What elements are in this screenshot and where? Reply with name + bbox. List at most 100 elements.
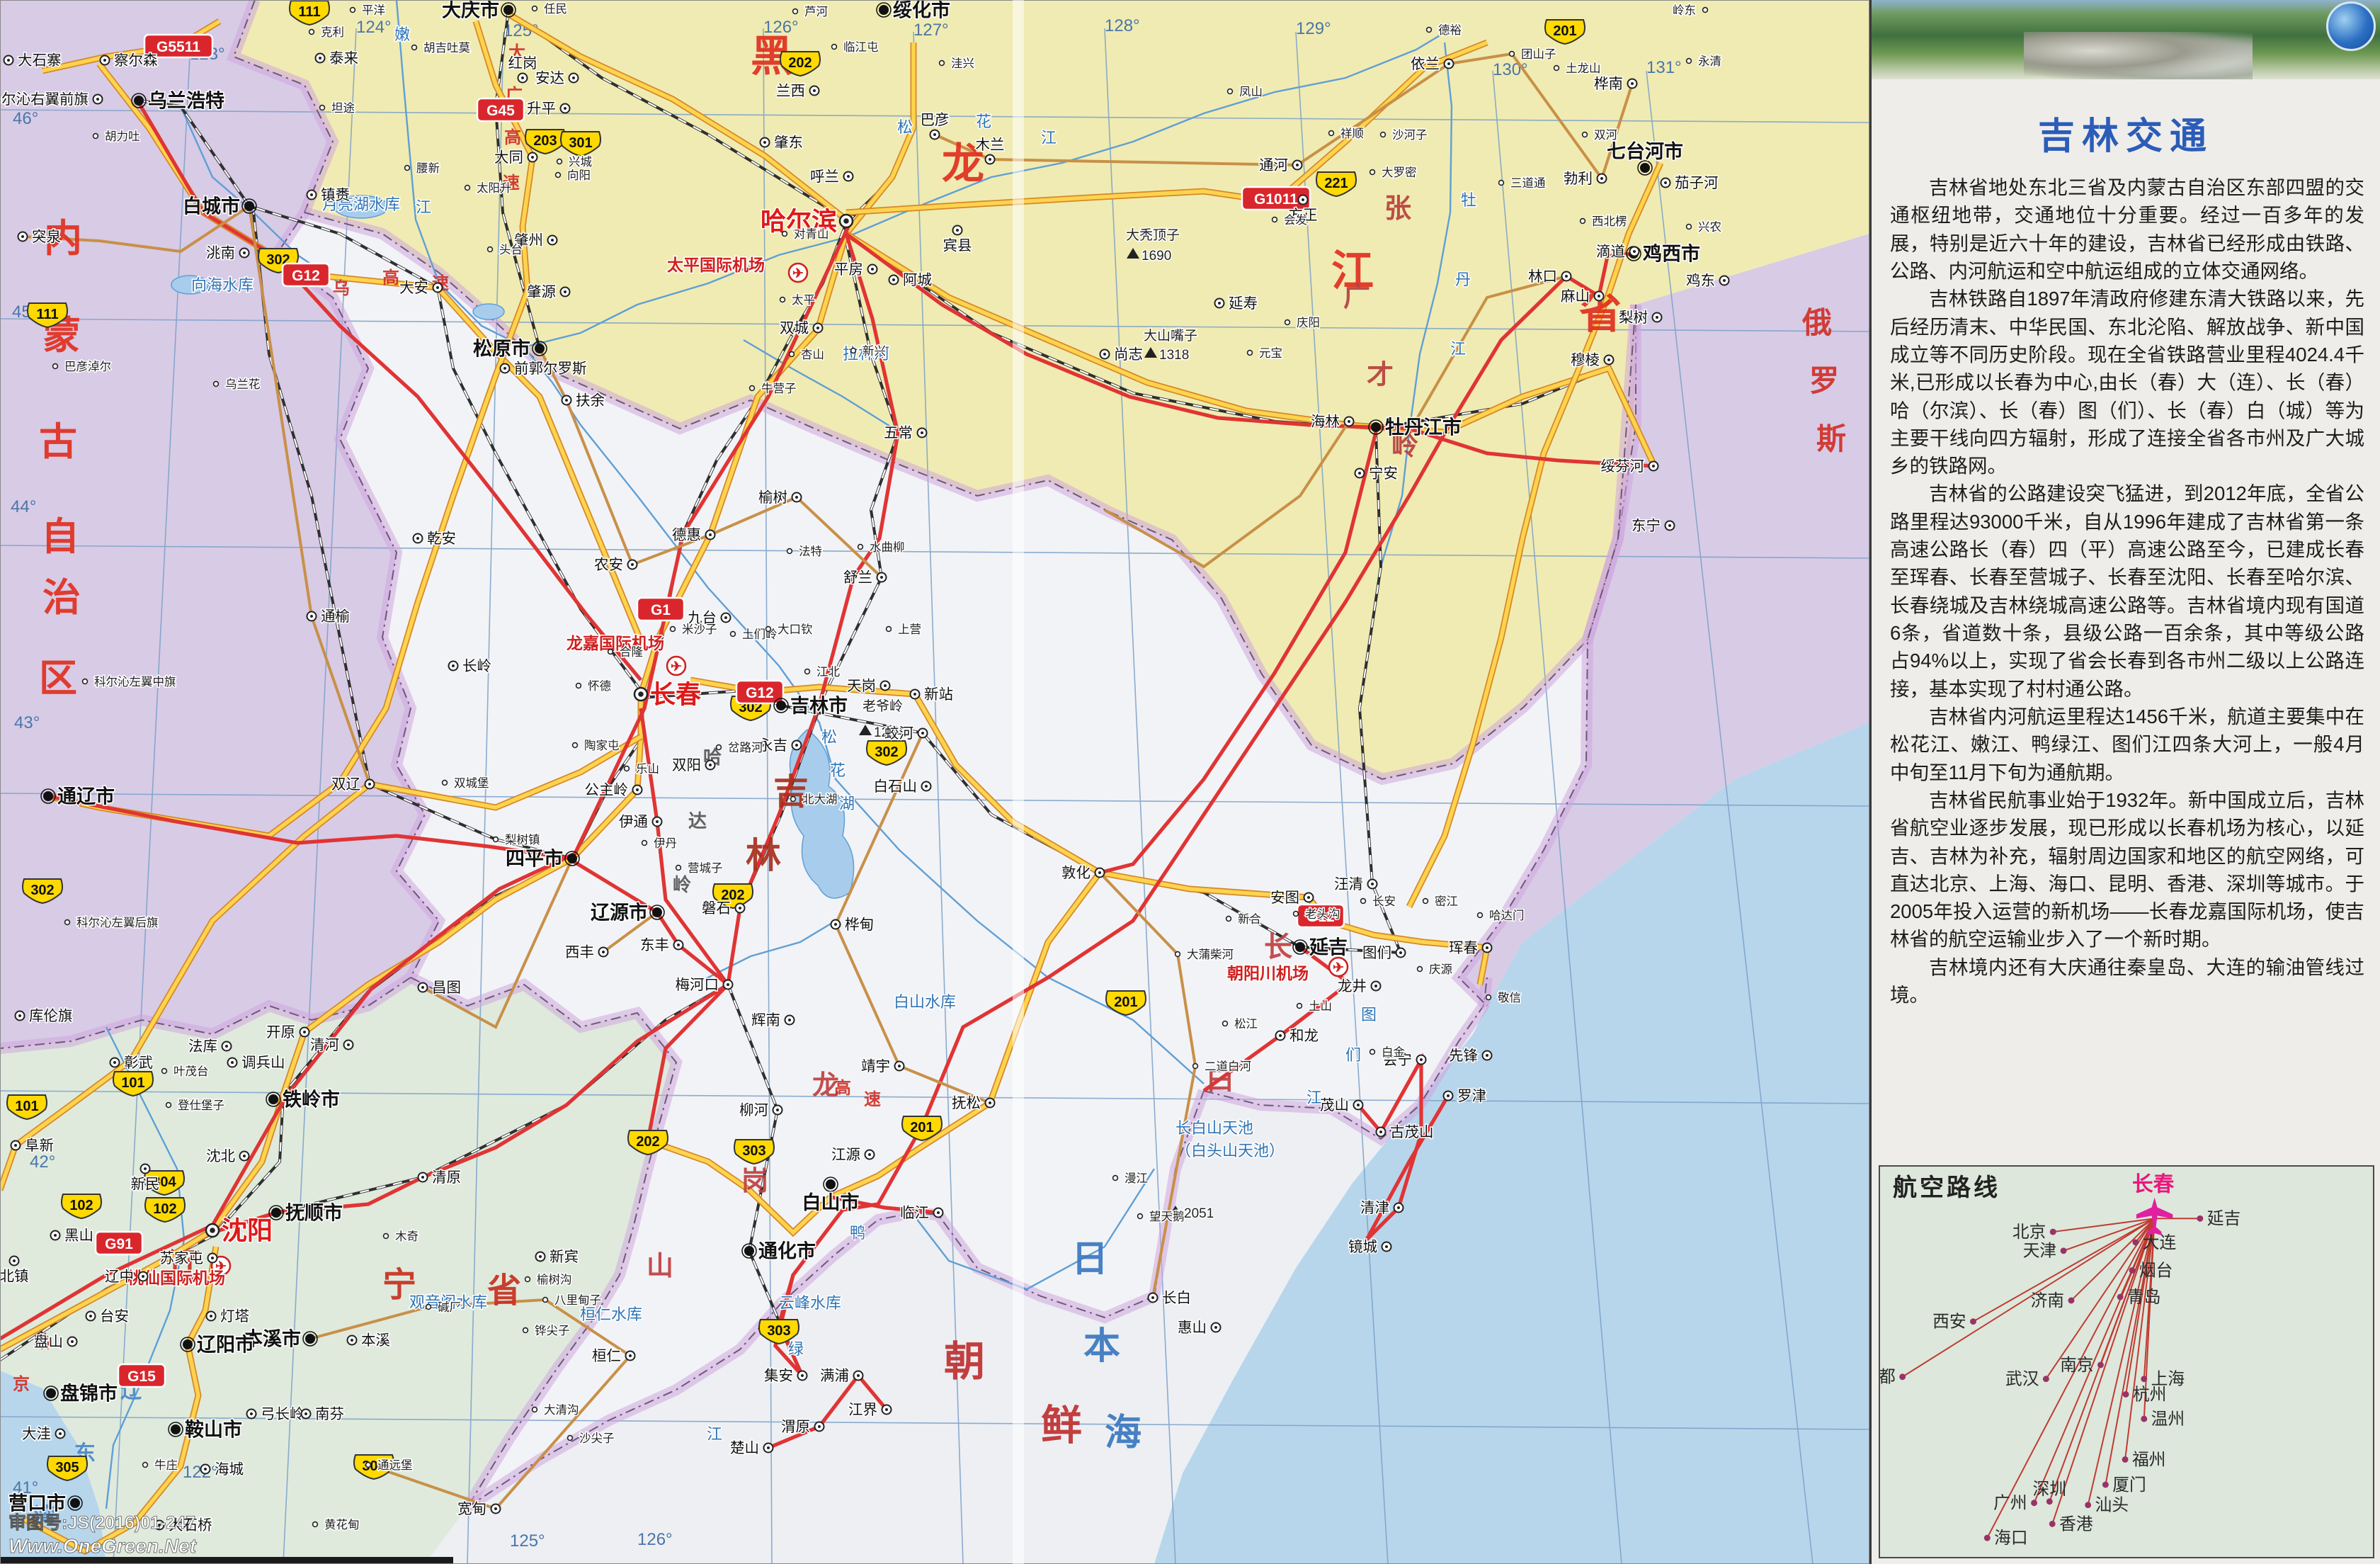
svg-text:兰西: 兰西: [776, 83, 805, 99]
sidebar-paragraph: 吉林省民航事业始于1932年。新中国成立后，吉林省航空业逐步发展，现已形成以长春…: [1890, 786, 2364, 953]
svg-text:合隆: 合隆: [620, 645, 644, 659]
svg-text:131°: 131°: [1646, 58, 1682, 77]
air-routes-panel: 航空路线 延吉北京天津大连烟台济南青岛西安成都南京武汉上海杭州温州福州厦门汕头深…: [1879, 1165, 2374, 1558]
svg-text:乾安: 乾安: [427, 531, 456, 547]
svg-text:福州: 福州: [2132, 1450, 2165, 1469]
svg-text:治: 治: [42, 577, 81, 619]
svg-text:G5511: G5511: [156, 39, 200, 55]
svg-text:永清: 永清: [1698, 55, 1721, 68]
svg-text:长春: 长春: [2132, 1173, 2175, 1196]
svg-text:128°: 128°: [1105, 16, 1140, 35]
air-destination: 深圳: [2033, 1480, 2066, 1504]
svg-text:勃利: 勃利: [1564, 171, 1593, 187]
svg-text:大蒲柴河: 大蒲柴河: [1187, 948, 1234, 961]
svg-text:白山水库: 白山水库: [894, 993, 956, 1011]
svg-text:汪清: 汪清: [1334, 876, 1363, 892]
svg-text:鸡东: 鸡东: [1686, 273, 1715, 289]
svg-text:集安: 集安: [764, 1368, 793, 1384]
air-routes-diagram[interactable]: 延吉北京天津大连烟台济南青岛西安成都南京武汉上海杭州温州福州厦门汕头深圳广州香港…: [1880, 1167, 2380, 1557]
svg-text:青岛: 青岛: [2127, 1288, 2160, 1307]
svg-text:双河: 双河: [1594, 128, 1617, 142]
svg-text:嫩: 嫩: [394, 26, 410, 43]
svg-text:吉林市: 吉林市: [790, 694, 848, 716]
svg-text:法特: 法特: [799, 545, 822, 558]
svg-text:梨树: 梨树: [1619, 310, 1648, 326]
svg-text:向海水库: 向海水库: [191, 276, 254, 294]
svg-text:124°: 124°: [356, 18, 392, 37]
svg-text:朝: 朝: [944, 1339, 985, 1385]
sidebar-paragraph: 吉林省内河航运里程达1456千米，航道主要集中在松花江、嫩江、鸭绿江、图们江四条…: [1890, 703, 2364, 786]
svg-text:G15: G15: [127, 1368, 156, 1385]
svg-text:哈达门: 哈达门: [1489, 909, 1525, 922]
svg-text:湖: 湖: [839, 795, 855, 812]
svg-text:天岗: 天岗: [847, 678, 876, 694]
svg-text:白金: 白金: [1382, 1046, 1406, 1059]
svg-text:太平: 太平: [792, 293, 815, 307]
svg-text:阿城: 阿城: [903, 272, 932, 288]
svg-text:111: 111: [298, 4, 320, 20]
svg-text:茂山: 茂山: [1320, 1097, 1349, 1114]
svg-text:武汉: 武汉: [2005, 1370, 2039, 1389]
svg-text:麻山: 麻山: [1561, 288, 1590, 305]
svg-text:桦甸: 桦甸: [845, 917, 874, 933]
svg-text:先锋: 先锋: [1449, 1048, 1479, 1064]
air-destination: 杭州: [2123, 1385, 2167, 1404]
svg-text:北京: 北京: [2012, 1223, 2046, 1242]
svg-text:京: 京: [13, 1374, 30, 1394]
air-destination: 武汉: [2005, 1370, 2049, 1389]
air-destination: 北京: [2012, 1223, 2056, 1242]
svg-text:开原: 开原: [266, 1024, 295, 1041]
svg-text:俄: 俄: [1801, 306, 1832, 339]
svg-text:科尔沁右翼前旗: 科尔沁右翼前旗: [0, 91, 89, 108]
svg-text:林口: 林口: [1528, 268, 1557, 285]
svg-text:G45: G45: [486, 103, 515, 119]
svg-text:罗: 罗: [1809, 364, 1839, 397]
svg-text:祥顺: 祥顺: [1340, 127, 1364, 140]
svg-text:G1011: G1011: [1254, 191, 1298, 208]
svg-text:111: 111: [36, 307, 58, 322]
svg-text:调兵山: 调兵山: [241, 1055, 285, 1071]
map-canvas[interactable]: 123°124°125°126°127°128°129°130°131°46°4…: [0, 0, 1869, 1564]
svg-text:G12: G12: [292, 268, 320, 284]
air-destination: 福州: [2122, 1450, 2166, 1469]
svg-text:伊丹: 伊丹: [654, 837, 677, 850]
svg-text:望天鹅: 望天鹅: [1149, 1210, 1185, 1223]
svg-text:柳河: 柳河: [739, 1102, 768, 1118]
svg-text:乌兰花: 乌兰花: [225, 378, 261, 391]
svg-text:大石寨: 大石寨: [18, 52, 62, 69]
svg-text:202: 202: [788, 55, 812, 71]
svg-text:古茂山: 古茂山: [1390, 1124, 1434, 1140]
map-svg[interactable]: 123°124°125°126°127°128°129°130°131°46°4…: [0, 0, 1869, 1564]
svg-text:速: 速: [864, 1090, 881, 1109]
svg-text:岭东: 岭东: [1673, 4, 1696, 17]
svg-text:米沙子: 米沙子: [682, 623, 717, 636]
svg-text:库伦旗: 库伦旗: [29, 1008, 73, 1024]
svg-text:43°: 43°: [14, 713, 40, 732]
svg-text:汕头: 汕头: [2095, 1496, 2129, 1515]
svg-text:温州: 温州: [2151, 1410, 2185, 1429]
svg-text:盘山: 盘山: [34, 1334, 63, 1350]
svg-text:烟台: 烟台: [2139, 1261, 2173, 1280]
svg-text:G12: G12: [746, 685, 774, 701]
svg-text:庆阳: 庆阳: [1297, 316, 1320, 329]
svg-text:岔路河: 岔路河: [728, 741, 763, 754]
svg-text:德惠: 德惠: [672, 527, 701, 543]
svg-text:突泉: 突泉: [32, 229, 61, 245]
svg-text:怀德: 怀德: [588, 679, 611, 693]
svg-text:清津: 清津: [1360, 1200, 1389, 1216]
svg-text:尚志: 尚志: [1114, 346, 1143, 363]
svg-text:穆棱: 穆棱: [1571, 352, 1600, 368]
svg-text:广州: 广州: [1993, 1494, 2027, 1513]
svg-text:团山子: 团山子: [1521, 47, 1556, 61]
expressway-shield: G1: [637, 598, 684, 620]
svg-text:乌: 乌: [333, 278, 350, 298]
svg-text:G91: G91: [105, 1236, 133, 1252]
sidebar-photo: [1872, 0, 2380, 79]
svg-text:任民: 任民: [544, 2, 567, 16]
svg-text:自: 自: [41, 516, 79, 558]
svg-text:和龙: 和龙: [1289, 1028, 1319, 1044]
svg-text:303: 303: [767, 1323, 790, 1339]
city-marker: 科尔沁右翼前旗: [0, 91, 103, 108]
svg-text:四平市: 四平市: [506, 847, 563, 869]
svg-text:惠山: 惠山: [1178, 1320, 1207, 1336]
